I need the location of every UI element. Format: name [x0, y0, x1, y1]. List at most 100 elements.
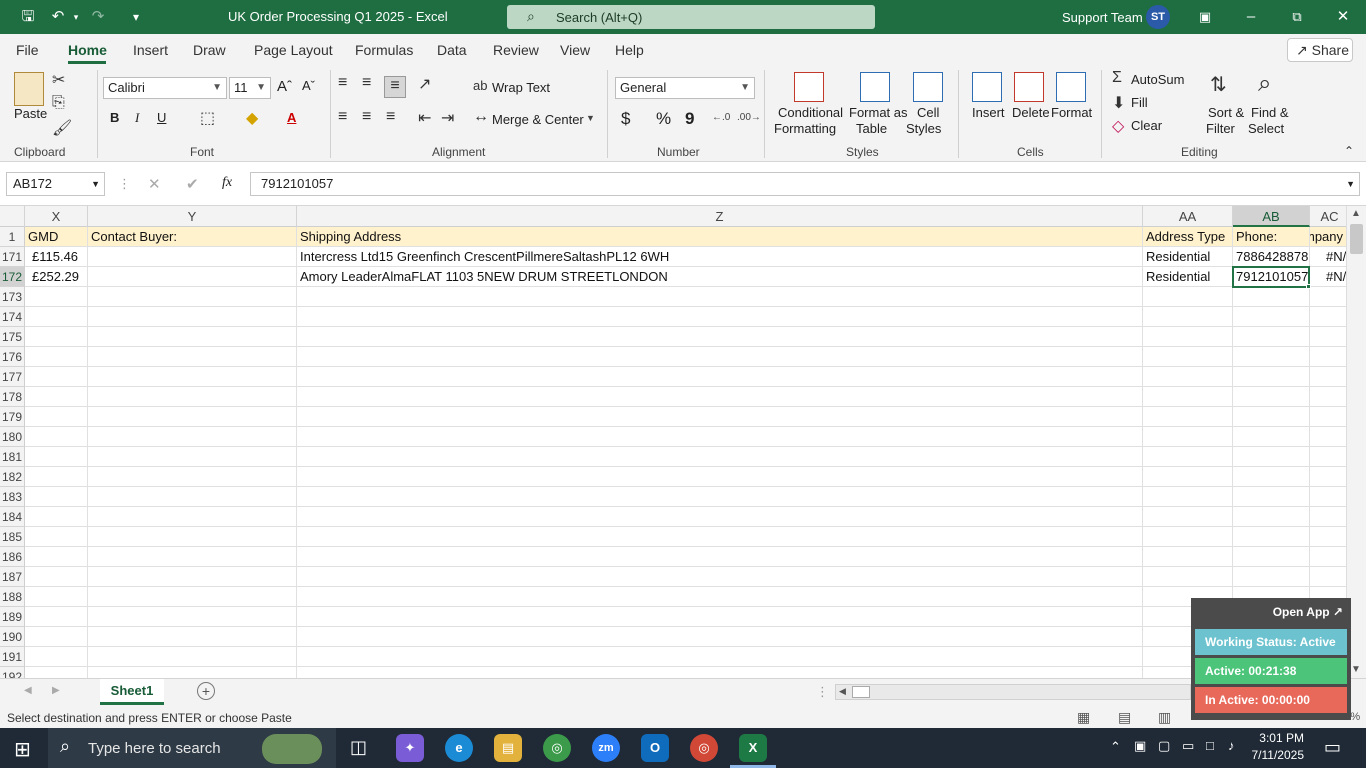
show-hidden-icons[interactable]: ⌃ — [1110, 739, 1121, 755]
font-color-icon[interactable]: A — [287, 110, 296, 125]
row-header[interactable]: 171 — [0, 247, 25, 267]
row-header[interactable]: 185 — [0, 527, 25, 547]
tab-help[interactable]: Help — [615, 42, 644, 58]
chrome-profile-icon[interactable]: ◎ — [690, 734, 718, 762]
user-name[interactable]: Support Team — [1062, 10, 1143, 25]
task-view-icon[interactable]: ◫ — [350, 737, 367, 758]
tab-formulas[interactable]: Formulas — [355, 42, 413, 58]
excel-icon[interactable]: X — [739, 734, 767, 762]
row-header[interactable]: 183 — [0, 487, 25, 507]
header-cell[interactable]: mpany — [1310, 227, 1346, 247]
tab-review[interactable]: Review — [493, 42, 539, 58]
row-header[interactable]: 176 — [0, 347, 25, 367]
format-cells-button[interactable]: Format — [1051, 105, 1092, 120]
scroll-down-icon[interactable]: ▼ — [1351, 664, 1361, 675]
fill-handle[interactable] — [1306, 284, 1311, 289]
header-cell[interactable]: Contact Buyer: — [88, 227, 297, 247]
orientation-icon[interactable]: ↗ — [418, 74, 431, 94]
conditional-formatting-icon[interactable] — [794, 72, 824, 102]
column-header[interactable]: Y — [88, 206, 297, 227]
column-header[interactable]: Z — [297, 206, 1143, 227]
header-cell[interactable]: Address Type — [1143, 227, 1233, 247]
table-cell[interactable]: Residential — [1143, 247, 1233, 267]
column-header[interactable]: AA — [1143, 206, 1233, 227]
meet-icon[interactable]: ▣ — [1134, 738, 1146, 754]
chevron-down-icon[interactable]: ▼ — [586, 113, 595, 123]
tab-view[interactable]: View — [560, 42, 590, 58]
row-header[interactable]: 177 — [0, 367, 25, 387]
row-header[interactable]: 180 — [0, 427, 25, 447]
page-break-view-icon[interactable]: ▥ — [1158, 709, 1171, 726]
insert-function-icon[interactable]: fx — [222, 175, 232, 191]
tab-draw[interactable]: Draw — [193, 42, 226, 58]
insert-cells-button[interactable]: Insert — [972, 105, 1005, 120]
autosum-button[interactable]: AutoSum — [1131, 72, 1184, 87]
clear-icon[interactable]: ◇ — [1112, 116, 1124, 136]
table-cell[interactable] — [88, 247, 297, 267]
avatar[interactable]: ST — [1146, 5, 1170, 29]
fill-button[interactable]: Fill — [1131, 95, 1148, 110]
wrap-text-icon[interactable]: ab — [473, 78, 487, 93]
row-header[interactable]: 174 — [0, 307, 25, 327]
close-icon[interactable]: ✕ — [1328, 6, 1358, 28]
row-header[interactable]: 189 — [0, 607, 25, 627]
conditional-formatting-label-2[interactable]: Formatting — [774, 121, 836, 136]
table-cell[interactable]: Intercress Ltd15 Greenfinch CrescentPill… — [297, 247, 1143, 267]
splitter-icon[interactable]: ⋮ — [816, 684, 829, 700]
increase-decimal-icon[interactable]: ←.0 — [712, 112, 730, 123]
notification-icon[interactable]: ▭ — [1324, 737, 1341, 758]
page-layout-view-icon[interactable]: ▤ — [1118, 709, 1131, 726]
row-header[interactable]: 182 — [0, 467, 25, 487]
taskbar-search[interactable]: ⌕ Type here to search — [48, 728, 336, 768]
format-as-table-icon[interactable] — [860, 72, 890, 102]
row-header[interactable]: 188 — [0, 587, 25, 607]
format-as-table-label-1[interactable]: Format as — [849, 105, 908, 120]
undo-icon[interactable]: ↶ — [48, 7, 68, 27]
merge-center-button[interactable]: Merge & Center — [492, 112, 584, 127]
number-format-select[interactable]: General ▼ — [615, 77, 755, 99]
merge-center-icon[interactable]: ↔ — [473, 108, 489, 126]
customize-toolbar-icon[interactable]: ▾ — [126, 7, 146, 27]
cell-styles-label-1[interactable]: Cell — [917, 105, 939, 120]
percent-button[interactable]: % — [656, 109, 671, 129]
find-select-icon[interactable]: ⌕ — [1258, 70, 1271, 98]
ribbon-display-icon[interactable]: ▣ — [1190, 6, 1220, 28]
copilot-icon[interactable]: ✦ — [396, 734, 424, 762]
table-cell[interactable]: £115.46 — [25, 247, 88, 267]
row-header[interactable]: 175 — [0, 327, 25, 347]
zoom-icon[interactable]: zm — [592, 734, 620, 762]
cancel-entry-icon[interactable]: ✕ — [148, 175, 161, 193]
delete-cells-button[interactable]: Delete — [1012, 105, 1050, 120]
worksheet-grid[interactable]: X Y Z AA AB AC 1 GMD Contact Buyer: Ship… — [0, 206, 1346, 678]
cell-styles-label-2[interactable]: Styles — [906, 121, 941, 136]
column-header[interactable]: AC — [1310, 206, 1346, 227]
enter-entry-icon[interactable]: ✔ — [186, 175, 199, 193]
collapse-ribbon-icon[interactable]: ⌃ — [1344, 144, 1354, 158]
align-bottom-icon[interactable]: ≡ — [384, 76, 406, 98]
format-as-table-label-2[interactable]: Table — [856, 121, 887, 136]
clock-time[interactable]: 3:01 PM — [1256, 731, 1304, 745]
scroll-up-icon[interactable]: ▲ — [1351, 208, 1361, 219]
sort-filter-icon[interactable]: ⇅ — [1210, 72, 1227, 97]
delete-cells-icon[interactable] — [1014, 72, 1044, 102]
file-explorer-icon[interactable]: ▤ — [494, 734, 522, 762]
table-cell[interactable]: #N/ — [1310, 267, 1346, 287]
increase-indent-icon[interactable]: ⇥ — [441, 108, 454, 128]
clear-button[interactable]: Clear — [1131, 118, 1162, 133]
clock-date[interactable]: 7/11/2025 — [1240, 748, 1305, 762]
row-header[interactable]: 184 — [0, 507, 25, 527]
font-name-select[interactable]: Calibri ▼ — [103, 77, 227, 99]
table-cell[interactable]: £252.29 — [25, 267, 88, 287]
insert-cells-icon[interactable] — [972, 72, 1002, 102]
cell-styles-icon[interactable] — [913, 72, 943, 102]
save-icon[interactable]: 🖫 — [18, 7, 38, 27]
align-right-icon[interactable]: ≡ — [386, 108, 395, 126]
align-left-icon[interactable]: ≡ — [338, 108, 347, 126]
network-icon[interactable]: □ — [1206, 738, 1214, 753]
fill-icon[interactable]: ⬇ — [1112, 93, 1125, 113]
share-button[interactable]: ↗ Share — [1287, 38, 1353, 62]
decrease-decimal-icon[interactable]: .00→ — [737, 112, 761, 123]
underline-button[interactable]: U — [157, 110, 166, 125]
table-cell[interactable]: #N/ — [1310, 247, 1346, 267]
windows-start-icon[interactable]: ⊞ — [14, 737, 31, 762]
